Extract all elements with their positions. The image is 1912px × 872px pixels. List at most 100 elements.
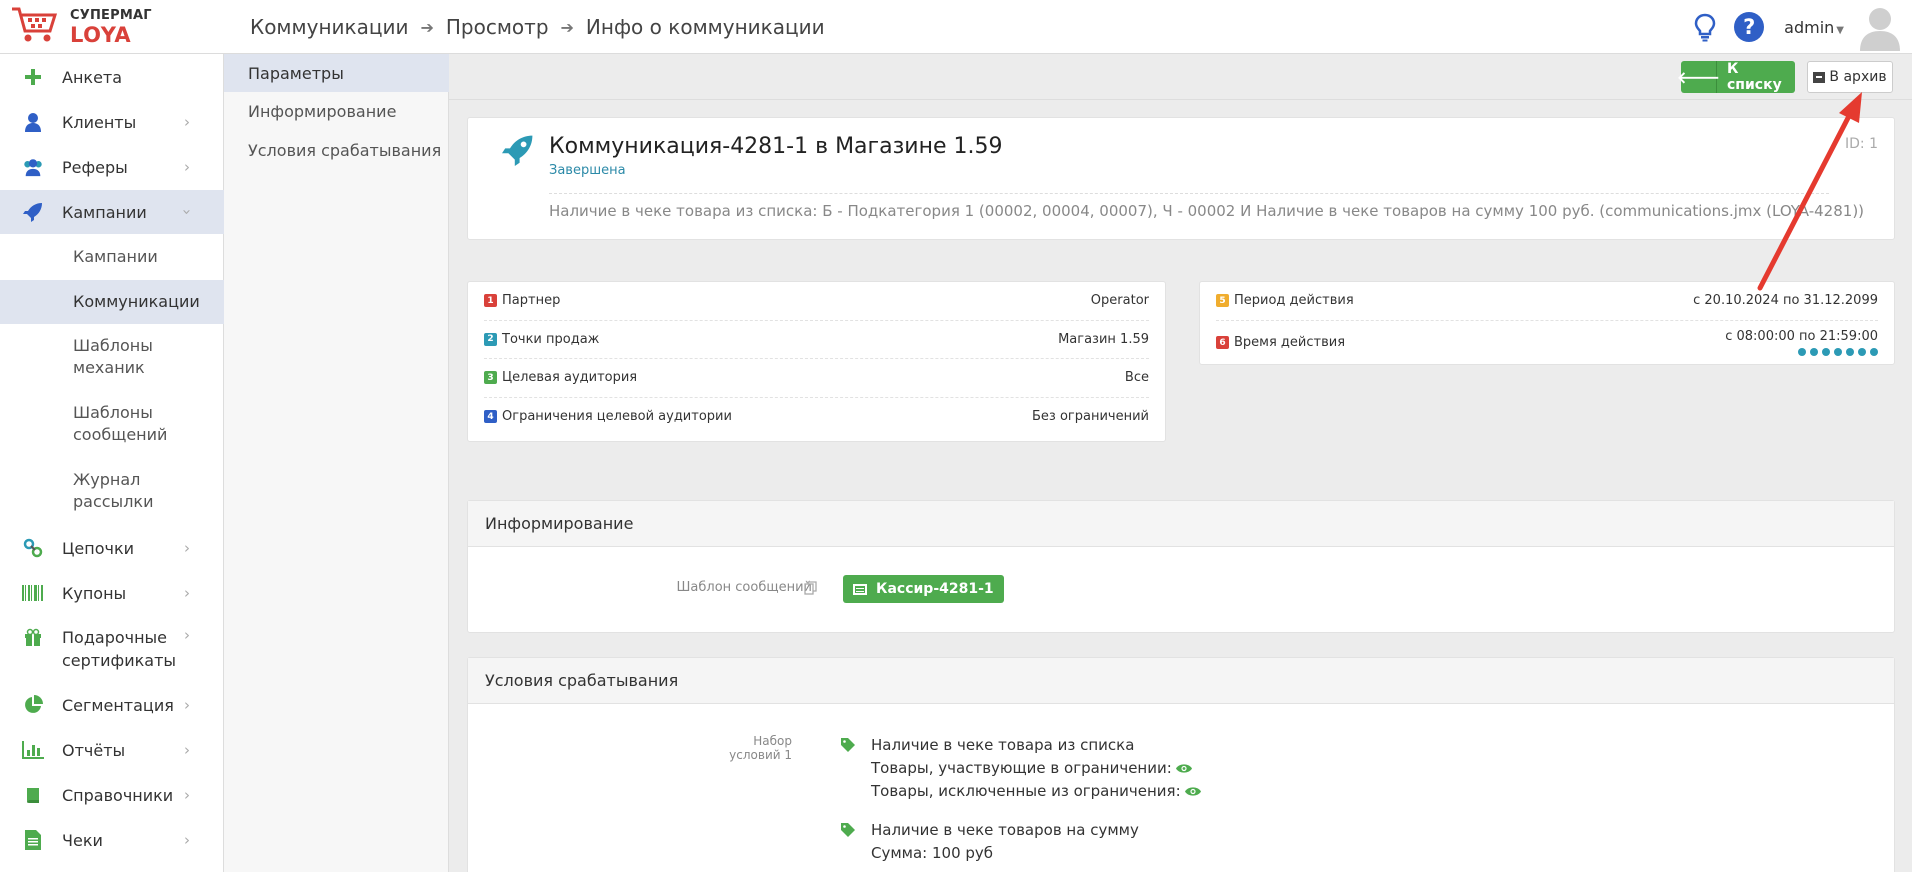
parameter-label: Целевая аудитория [502,370,638,386]
parameters-card-right: 5 Период действия с 20.10.2024 по 31.12.20… [1199,281,1895,365]
brand-name-top: СУПЕРМАГ [70,8,152,23]
eye-icon[interactable] [1175,763,1192,774]
bar-chart-icon [22,739,44,761]
arrow-right-icon: ➔ [420,17,434,37]
status-badge[interactable]: Завершена [549,163,626,178]
parameter-number-badge: 6 [1216,336,1229,349]
condition-detail: Товары, участвующие в ограничении: [871,759,1172,777]
breadcrumb: Коммуникации ➔ Просмотр ➔ Инфо о коммуни… [250,0,825,54]
parameter-row: 3 Целевая аудитория Все [484,359,1149,398]
receipt-icon [22,829,44,851]
divider [549,193,1829,194]
sidebar-item-questionnaire[interactable]: Анкета [0,55,224,99]
condition-title: Наличие в чеке товаров на сумму [871,821,1139,839]
parameter-label: Время действия [1234,335,1346,350]
chevron-right-icon: › [184,741,190,759]
parameter-row: 1 Партнер Operator [484,282,1149,321]
communication-header-card: Коммуникация-4281-1 в Магазине 1.59 Заве… [467,117,1895,240]
parameter-value: Без ограничений [1032,409,1149,425]
parameter-value: с 20.10.2024 по 31.12.2099 [1693,293,1878,309]
section-nav-informing[interactable]: Информирование [224,92,449,130]
breadcrumb-item-view[interactable]: Просмотр [446,15,549,39]
sidebar-item-reports[interactable]: Отчёты › [0,728,224,772]
archive-button[interactable]: В архив [1807,61,1893,93]
breadcrumb-item-communications[interactable]: Коммуникации [250,15,408,39]
sidebar-item-coupons[interactable]: Купоны › [0,571,224,615]
communication-description: Наличие в чеке товара из списка: Б - Под… [549,202,1865,220]
sidebar-item-label: Подарочные сертификаты [62,628,177,670]
sidebar-item-clients[interactable]: Клиенты › [0,100,224,144]
sidebar-item-directories[interactable]: Справочники › [0,773,224,817]
section-nav-parameters[interactable]: Параметры [224,54,449,92]
weekday-dot [1798,348,1806,356]
help-icon[interactable]: ? [1734,12,1765,42]
sidebar-item-chains[interactable]: Цепочки › [0,526,224,570]
condition-detail: Товары, исключенные из ограничения: [871,782,1181,800]
condition-title: Наличие в чеке товара из списка [871,736,1135,754]
sidebar-item-gift-certificates[interactable]: Подарочные сертификаты › [0,616,224,682]
sidebar-subitem-message-templates[interactable]: Шаблоны сообщений [0,392,224,458]
condition-detail: Сумма: 100 руб [871,844,994,862]
sidebar-subitem-label: Шаблоны сообщений [73,403,168,444]
message-template-link[interactable]: Кассир-4281-1 [843,575,1004,603]
sidebar-item-receipts[interactable]: Чеки › [0,818,224,862]
communication-title: Коммуникация-4281-1 в Магазине 1.59 [549,134,1003,159]
book-icon [22,784,44,806]
section-title: Условия срабатывания [468,658,1894,704]
chevron-right-icon: › [184,584,190,602]
sidebar-item-label: Кампании [62,202,147,222]
copy-icon[interactable] [804,581,818,595]
logo[interactable]: СУПЕРМАГ LOYA [10,5,160,49]
parameter-number-badge: 5 [1216,294,1229,308]
condition-item: Наличие в чеке товара из списка Товары, … [841,734,1201,803]
sidebar-item-label: Цепочки [62,538,135,558]
parameter-number-badge: 2 [484,332,497,346]
sidebar-subitem-mechanic-templates[interactable]: Шаблоны механик [0,325,224,391]
lightbulb-icon[interactable] [1690,12,1720,42]
communication-id: ID: 1 [1845,136,1878,152]
sidebar-item-segmentation[interactable]: Сегментация › [0,683,224,727]
chevron-right-icon: › [184,158,190,176]
sidebar-subitem-campaigns[interactable]: Кампании [0,235,224,279]
cart-logo-icon [12,7,58,42]
chevron-right-icon: › [184,786,190,804]
parameter-row: 6 Время действия с 08:00:00 по 21:59:00 [1216,321,1878,365]
sidebar-subitem-mailing-log[interactable]: Журнал рассылки [0,459,224,525]
weekday-dot [1846,348,1854,356]
section-nav: Параметры Информирование Условия срабаты… [224,54,449,872]
plus-icon [22,66,44,88]
eye-icon[interactable] [1184,786,1201,797]
user-name: admin [1784,17,1835,37]
back-to-list-button[interactable]: 🡐 К списку [1677,61,1795,93]
weekday-dot [1810,348,1818,356]
parameter-value: Operator [1090,293,1149,309]
conditions-section: Условия срабатывания Набор условий 1 Нал… [467,657,1895,872]
rocket-icon [22,201,44,223]
pie-chart-icon [22,694,44,716]
sidebar-item-referrers[interactable]: Реферы › [0,145,224,189]
arrow-left-icon: 🡐 [1677,61,1720,93]
parameter-number-badge: 3 [484,371,497,385]
arrow-right-icon: ➔ [560,17,574,37]
sidebar-subitem-label: Кампании [73,247,158,266]
section-title: Информирование [468,501,1894,547]
chevron-right-icon: › [184,626,190,644]
tag-icon [841,738,855,752]
user-menu[interactable]: admin ▼ [1784,18,1844,37]
avatar[interactable] [1858,3,1902,51]
sidebar-item-campaigns[interactable]: Кампании › [0,190,224,234]
sidebar-subitem-communications[interactable]: Коммуникации [0,280,224,324]
chevron-right-icon: › [184,113,190,131]
barcode-icon [22,582,44,604]
archive-icon [1813,71,1826,83]
weekday-indicators [1725,348,1878,356]
parameter-value: Все [1124,370,1149,386]
sidebar-item-label: Отчёты [62,740,126,760]
chevron-right-icon: › [184,539,190,557]
sidebar-subitem-label: Журнал рассылки [73,470,154,511]
section-nav-conditions[interactable]: Условия срабатывания [224,131,449,169]
sidebar-item-label: Реферы [62,157,128,177]
gift-icon [22,626,44,648]
chevron-right-icon: › [184,696,190,714]
sidebar-subitem-label: Коммуникации [73,292,200,311]
